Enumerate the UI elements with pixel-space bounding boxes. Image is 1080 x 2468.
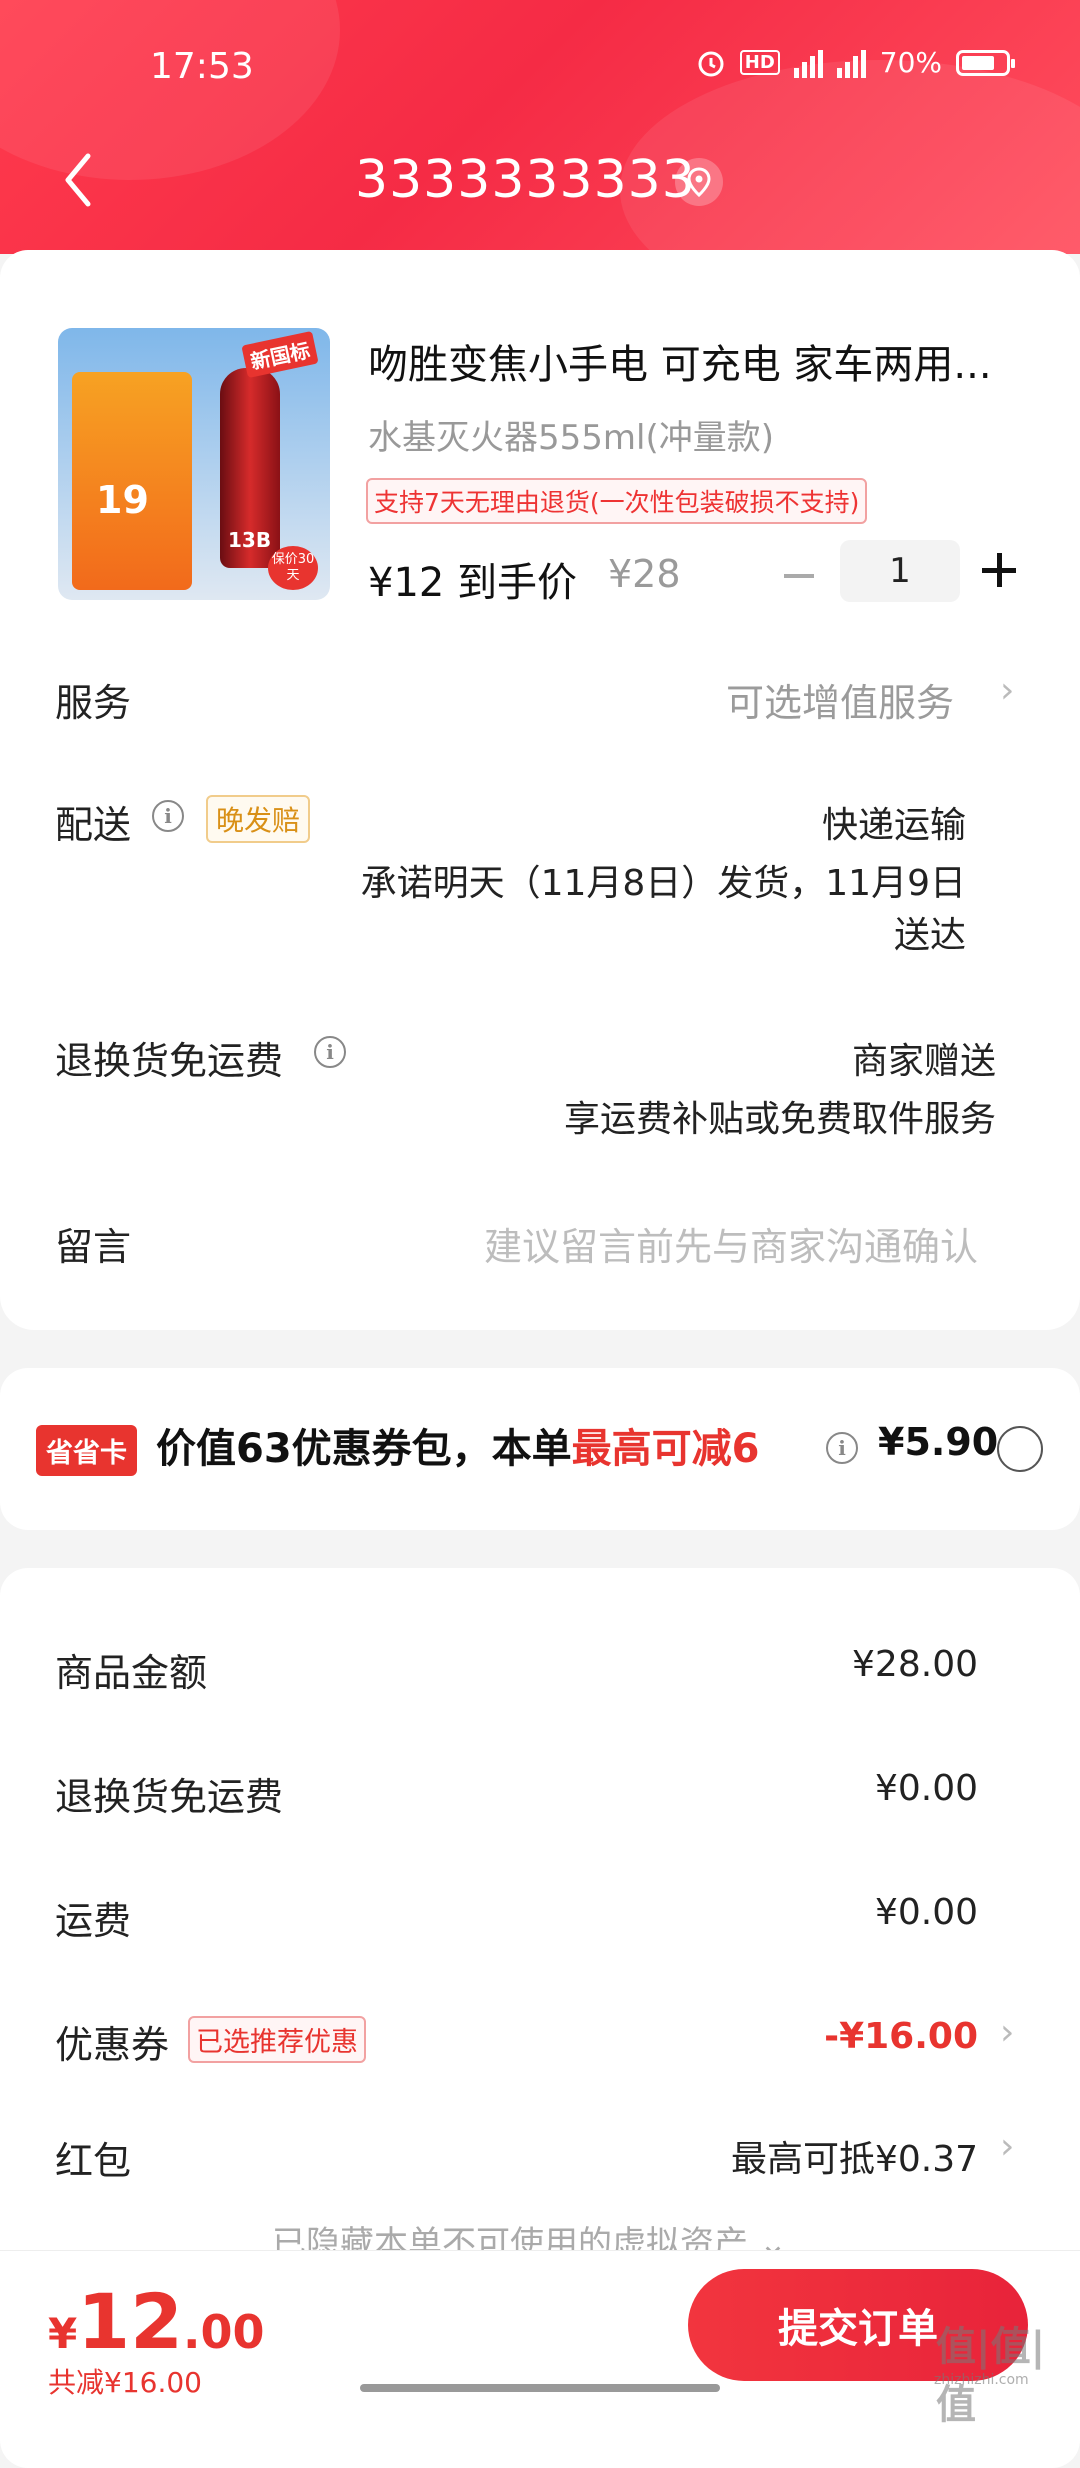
total-price: ¥12.00 — [48, 2277, 265, 2366]
total-decimal: .00 — [183, 2305, 265, 2359]
checkout-bar: ¥12.00 共减¥16.00 提交订单 — [0, 2250, 1080, 2401]
image-cylinder-text: 13B — [228, 528, 272, 552]
return-shipping-label: 退换货免运费 — [55, 1039, 284, 1083]
promo-price: ¥5.90 — [878, 1420, 999, 1464]
back-arrow-icon[interactable] — [58, 150, 98, 210]
goods-amount-label: 商品金额 — [55, 1651, 208, 1695]
delivery-promise-2: 送达 — [893, 915, 966, 956]
battery-icon — [956, 49, 1015, 76]
quantity-input[interactable]: 1 — [840, 540, 960, 602]
message-input[interactable]: 建议留言前先与商家沟通确认 — [484, 1216, 978, 1271]
image-badge: 新国标 — [241, 330, 319, 379]
return-shipping-value: 商家赠送 — [851, 1041, 996, 1082]
signal-5g-2-icon — [836, 48, 866, 78]
chevron-right-icon[interactable]: › — [1000, 2126, 1014, 2167]
total-saved: 共减¥16.00 — [48, 2366, 202, 2399]
saver-card-tag: 省省卡 — [36, 1425, 137, 1476]
return-shipping-desc: 享运费补贴或免费取件服务 — [563, 1099, 996, 1140]
total-integer: 12 — [77, 2277, 183, 2366]
product-spec[interactable]: 水基灭火器555ml(冲量款) — [368, 410, 774, 459]
service-label: 服务 — [55, 681, 132, 725]
image-corner-badge: 保价30天 — [268, 546, 318, 590]
red-packet-value[interactable]: 最高可抵¥0.37 — [731, 2130, 978, 2182]
goods-amount-value: ¥28.00 — [852, 1644, 978, 1685]
promo-radio[interactable] — [997, 1426, 1043, 1472]
order-card: 19 13B 新国标 保价30天 吻胜变焦小手电 可充电 家车两用... 水基灭… — [0, 250, 1080, 1330]
service-value[interactable]: 可选增值服务 — [726, 672, 954, 727]
image-poster-price: 19 — [96, 478, 149, 522]
header-decoration — [0, 0, 340, 180]
status-time: 17:53 — [150, 46, 254, 87]
location-button[interactable] — [675, 158, 723, 206]
delivery-promise: 承诺明天（11月8日）发货，11月9日 — [360, 863, 966, 904]
info-icon[interactable]: i — [826, 1432, 858, 1464]
status-icons: HD 70% — [696, 46, 1015, 79]
promo-card: 省省卡 价值63优惠券包，本单最高可减6 i ¥5.90 — [0, 1368, 1080, 1530]
page-title[interactable]: 3333333333 — [355, 150, 696, 210]
promo-text-main: 价值63优惠券包，本单 — [156, 1426, 572, 1472]
return-policy-badge: 支持7天无理由退货(一次性包装破损不支持) — [366, 478, 868, 524]
chevron-right-icon[interactable]: › — [1000, 670, 1014, 711]
product-image[interactable]: 19 13B 新国标 保价30天 — [58, 328, 330, 600]
delivery-method: 快递运输 — [821, 805, 966, 846]
product-title[interactable]: 吻胜变焦小手电 可充电 家车两用... — [368, 332, 1018, 390]
home-indicator[interactable] — [360, 2384, 720, 2392]
red-packet-label: 红包 — [55, 2139, 132, 2183]
coupon-tag: 已选推荐优惠 — [188, 2016, 366, 2063]
coupon-value[interactable]: -¥16.00 — [824, 2016, 978, 2057]
chevron-right-icon[interactable]: › — [1000, 2012, 1014, 2053]
shipping-fee-label: 运费 — [55, 1899, 132, 1943]
alarm-icon — [698, 51, 724, 76]
info-icon[interactable]: i — [152, 800, 184, 832]
location-pin-icon — [687, 167, 711, 197]
watermark-url: zhizhizhi.com — [934, 2372, 1029, 2388]
quantity-minus-button[interactable] — [780, 556, 820, 596]
promo-text[interactable]: 价值63优惠券包，本单最高可减6 — [156, 1416, 760, 1474]
late-compensation-tag: 晚发赔 — [206, 795, 311, 843]
battery-percent: 70% — [879, 46, 942, 79]
hd-icon: HD — [739, 50, 780, 75]
price-final: ¥12 到手价 — [368, 560, 578, 606]
message-label: 留言 — [55, 1225, 132, 1269]
signal-5g-icon — [793, 48, 823, 78]
coupon-label: 优惠券 — [55, 2023, 170, 2067]
total-currency: ¥ — [48, 2309, 78, 2358]
shipping-fee-value: ¥0.00 — [874, 1892, 978, 1933]
return-fee-value: ¥0.00 — [874, 1768, 978, 1809]
return-fee-label: 退换货免运费 — [55, 1775, 284, 1819]
promo-text-highlight: 最高可减6 — [571, 1426, 760, 1472]
delivery-label: 配送 — [55, 803, 132, 847]
header: 17:53 HD 70% 3333333333 — [0, 0, 1080, 254]
price-original: ¥28 — [608, 552, 681, 596]
quantity-plus-button[interactable] — [980, 550, 1020, 590]
info-icon[interactable]: i — [314, 1036, 346, 1068]
